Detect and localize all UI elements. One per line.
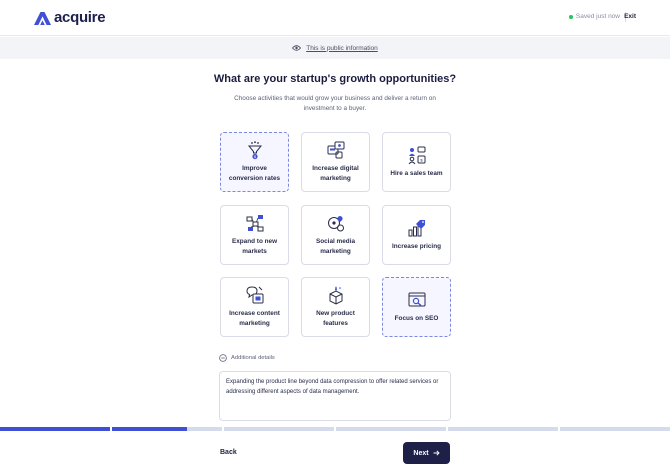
exit-button[interactable]: Exit — [624, 13, 636, 20]
option-card-improve-conversion-rates[interactable]: $ Improve conversion rates — [220, 132, 289, 192]
save-status: Saved just now — [568, 13, 620, 20]
option-card-hire-a-sales-team[interactable]: $ Hire a sales team — [382, 132, 451, 192]
additional-details-toggle[interactable]: Additional details — [219, 354, 275, 362]
page-title: What are your startup's growth opportuni… — [213, 73, 457, 85]
arrow-right-icon — [433, 450, 440, 456]
progress-segment-5 — [448, 427, 558, 431]
progress-segment-3 — [224, 427, 334, 431]
public-info-link[interactable]: This is public information — [306, 45, 378, 52]
option-card-social-media-marketing[interactable]: Social media marketing — [301, 205, 370, 265]
save-status-text: Saved just now — [575, 13, 620, 20]
network-icon — [246, 215, 263, 232]
collapse-minus-icon — [219, 354, 227, 362]
option-label: Focus on SEO — [394, 315, 439, 322]
option-label: Expand to new markets — [231, 238, 278, 255]
additional-details-label: Additional details — [231, 355, 275, 361]
devices-icon — [327, 141, 344, 159]
seo-icon — [408, 292, 425, 307]
option-label: Hire a sales team — [390, 170, 443, 177]
option-label: Increase pricing — [391, 243, 442, 250]
option-card-increase-digital-marketing[interactable]: Increase digital marketing — [301, 132, 370, 192]
acquire-logo[interactable]: acquire — [34, 9, 106, 26]
option-card-increase-pricing[interactable]: Increase pricing — [382, 205, 451, 265]
saved-dot-icon — [568, 14, 573, 19]
public-info-banner: This is public information — [0, 37, 670, 59]
progress-segment-4 — [336, 427, 446, 431]
logo-mark-icon — [34, 11, 51, 25]
social-icon — [327, 216, 344, 232]
step-progress-bar — [0, 427, 670, 431]
option-label: Increase digital marketing — [312, 165, 359, 182]
page-subtitle: Choose activities that would grow your b… — [234, 95, 436, 112]
progress-segment-6 — [560, 427, 670, 431]
content-icon — [245, 286, 263, 304]
price-chart-icon — [408, 220, 425, 237]
option-card-new-product-features[interactable]: New product features — [301, 277, 370, 337]
progress-fill — [112, 427, 187, 431]
brand-name: acquire — [54, 9, 106, 26]
back-button[interactable]: Back — [220, 449, 237, 456]
svg-text:$: $ — [254, 155, 256, 159]
svg-text:$: $ — [420, 158, 423, 163]
option-card-increase-content-marketing[interactable]: Increase content marketing — [220, 277, 289, 337]
option-label: Increase content marketing — [229, 310, 280, 327]
option-label: Improve conversion rates — [228, 165, 281, 182]
option-label: Social media marketing — [315, 238, 356, 255]
team-icon: $ — [408, 146, 425, 165]
eye-icon — [292, 45, 302, 51]
option-label: New product features — [316, 310, 355, 327]
box-icon — [329, 286, 342, 305]
option-card-focus-on-seo[interactable]: Focus on SEO — [382, 277, 451, 337]
funnel-icon: $ — [247, 141, 262, 160]
progress-fill — [0, 427, 110, 431]
option-card-expand-to-new-markets[interactable]: Expand to new markets — [220, 205, 289, 265]
top-header: acquire Saved just now Exit — [0, 0, 670, 36]
next-button[interactable]: Next — [403, 442, 450, 464]
progress-segment-1 — [0, 427, 110, 431]
next-button-label: Next — [413, 449, 429, 457]
additional-details-textarea[interactable]: Expanding the product line beyond data c… — [219, 371, 451, 421]
progress-segment-2 — [112, 427, 222, 431]
